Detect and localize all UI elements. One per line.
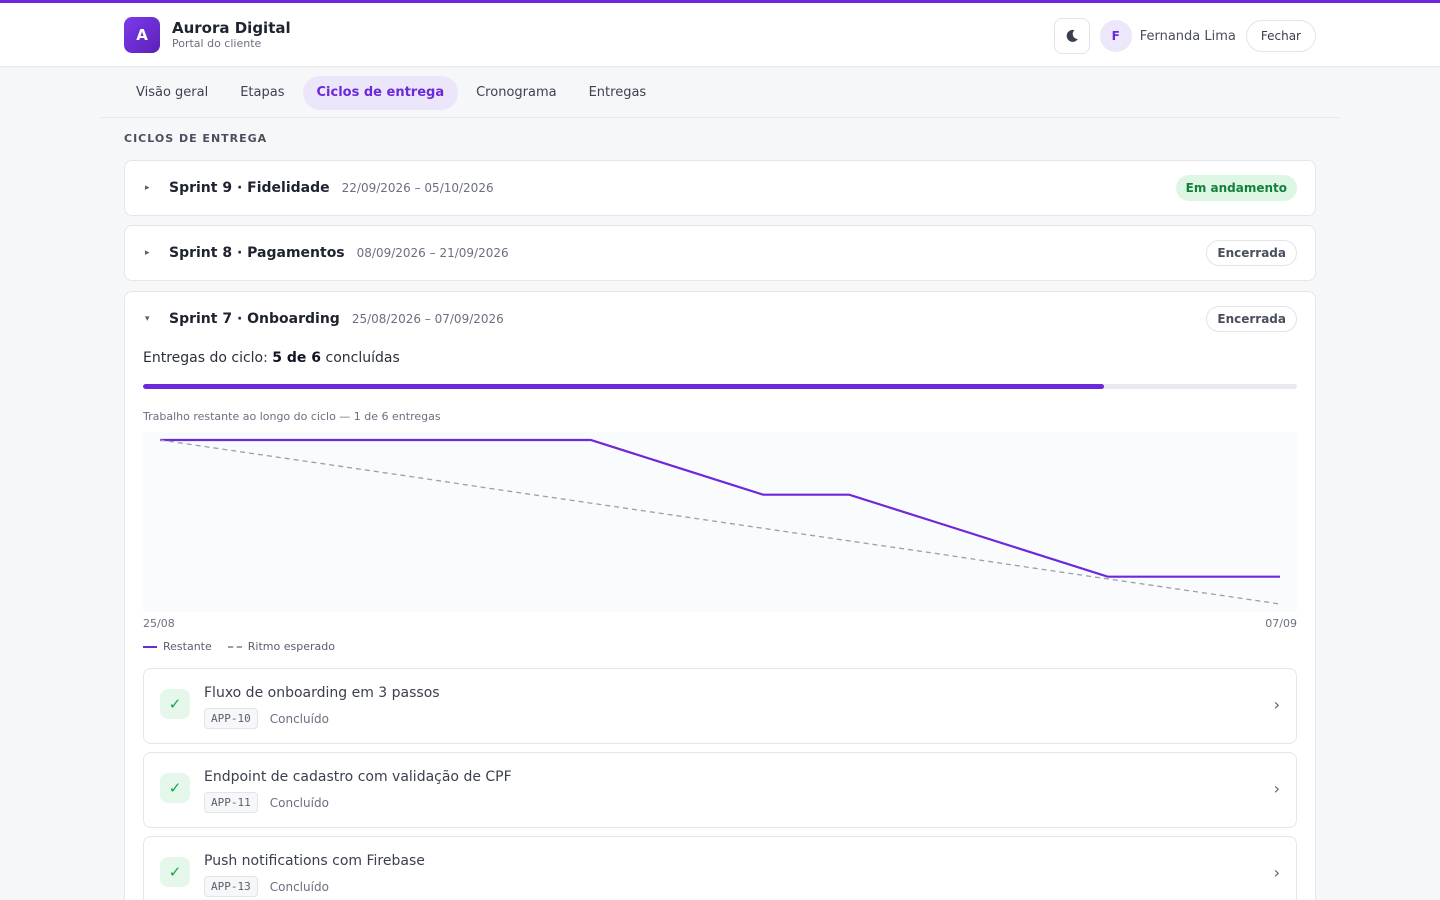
avatar[interactable]: F (1099, 20, 1132, 52)
status-badge: Em andamento (1175, 175, 1297, 201)
x-tick-label: 07/09 (1265, 617, 1297, 630)
x-tick-label: 25/08 (143, 617, 175, 630)
series-line-restante (160, 438, 1280, 578)
delivery-item[interactable]: ✓ Endpoint de cadastro com validação de … (143, 752, 1297, 828)
check-icon: ✓ (160, 773, 190, 803)
brand-logo: A (124, 17, 160, 53)
item-status: Concluído (269, 879, 329, 894)
caret-down-icon: ▾ (145, 314, 150, 324)
chart-svg (159, 438, 1281, 605)
item-code: APP-11 (204, 792, 258, 813)
tab-ciclos-de-entrega[interactable]: Ciclos de entrega (302, 75, 459, 110)
close-button[interactable]: Fechar (1245, 20, 1316, 52)
app-header: A Aurora Digital Portal do cliente F Fer… (0, 3, 1440, 67)
moon-icon (1066, 29, 1078, 42)
legend-label: Restante (163, 640, 212, 653)
delivery-item[interactable]: ✓ Fluxo de onboarding em 3 passos APP-10… (143, 668, 1297, 744)
cycle-name: Sprint 8 · Pagamentos (169, 245, 345, 261)
burndown-chart (143, 432, 1297, 612)
chevron-right-icon: › (1273, 695, 1280, 714)
chevron-right-icon: › (1273, 779, 1280, 798)
series-line-ritmo-esperado (159, 439, 1281, 605)
caret-right-icon: ▸ (145, 248, 150, 258)
progress-bar (143, 384, 1297, 389)
legend-dashed-swatch (227, 645, 242, 648)
item-status: Concluído (269, 711, 329, 726)
chart-title: Trabalho restante ao longo do ciclo — 1 … (143, 410, 441, 423)
cycle-name: Sprint 7 · Onboarding (169, 311, 340, 327)
item-title: Push notifications com Firebase (204, 853, 425, 869)
tab-entregas[interactable]: Entregas (575, 76, 661, 110)
item-status: Concluído (269, 795, 329, 810)
progress-fill (143, 384, 1105, 389)
brand-subtitle: Portal do cliente (172, 37, 262, 50)
brand-name: Aurora Digital (172, 19, 291, 37)
cycle-dates: 22/09/2026 – 05/10/2026 (341, 181, 494, 195)
item-code: APP-10 (204, 708, 258, 729)
section-title: CICLOS DE ENTREGA (124, 132, 268, 145)
tab-visao-geral[interactable]: Visão geral (122, 76, 222, 110)
theme-toggle-button[interactable] (1053, 18, 1090, 54)
item-title: Endpoint de cadastro com validação de CP… (204, 769, 512, 785)
legend-solid-swatch (143, 645, 157, 648)
cycle-dates: 25/08/2026 – 07/09/2026 (351, 312, 504, 326)
check-icon: ✓ (160, 689, 190, 719)
deliveries-summary: Entregas do ciclo: 5 de 6 concluídas (143, 350, 400, 366)
user-name: Fernanda Lima (1139, 28, 1236, 44)
cycle-header[interactable]: ▸ Sprint 8 · Pagamentos 08/09/2026 – 21/… (125, 226, 1315, 280)
check-icon: ✓ (160, 857, 190, 887)
cycle-header[interactable]: ▾ Sprint 7 · Onboarding 25/08/2026 – 07/… (125, 292, 1315, 346)
cycle-header[interactable]: ▸ Sprint 9 · Fidelidade 22/09/2026 – 05/… (125, 161, 1315, 215)
tab-etapas[interactable]: Etapas (226, 76, 298, 110)
item-code: APP-13 (204, 876, 258, 897)
cycle-name: Sprint 9 · Fidelidade (169, 180, 330, 196)
deliveries-prefix: Entregas do ciclo: (143, 350, 273, 366)
caret-right-icon: ▸ (145, 183, 150, 193)
chevron-right-icon: › (1273, 863, 1280, 882)
chart-legend: Restante Ritmo esperado (143, 640, 335, 653)
cycle-card: ▸ Sprint 8 · Pagamentos 08/09/2026 – 21/… (124, 225, 1316, 281)
deliveries-suffix: concluídas (321, 350, 400, 366)
brand[interactable]: A Aurora Digital Portal do cliente (124, 17, 291, 53)
item-title: Fluxo de onboarding em 3 passos (204, 685, 440, 701)
delivery-item[interactable]: ✓ Push notifications com Firebase APP-13… (143, 836, 1297, 900)
cycle-card-expanded: ▾ Sprint 7 · Onboarding 25/08/2026 – 07/… (124, 291, 1316, 900)
tab-cronograma[interactable]: Cronograma (462, 76, 570, 110)
cycle-dates: 08/09/2026 – 21/09/2026 (356, 246, 509, 260)
status-badge: Encerrada (1206, 306, 1297, 332)
status-badge: Encerrada (1206, 240, 1297, 266)
deliveries-count: 5 de 6 (272, 350, 322, 366)
tab-bar: Visão geral Etapas Ciclos de entrega Cro… (100, 68, 1340, 118)
legend-label: Ritmo esperado (247, 640, 335, 653)
cycle-card: ▸ Sprint 9 · Fidelidade 22/09/2026 – 05/… (124, 160, 1316, 216)
